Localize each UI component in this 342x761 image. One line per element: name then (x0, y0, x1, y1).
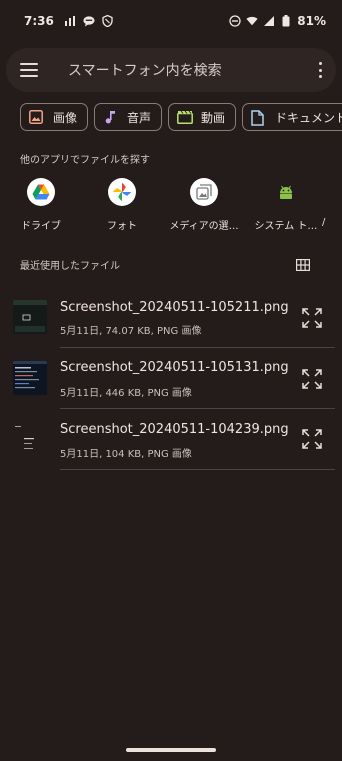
image-icon (29, 110, 43, 124)
cell-signal-icon (263, 15, 275, 27)
partial-app-icon (322, 178, 342, 206)
android-icon (272, 178, 300, 206)
shield-icon (102, 15, 114, 27)
file-thumbnail (13, 422, 47, 456)
expand-icon[interactable] (302, 429, 322, 449)
category-chips: 画像 音声 動画 ドキュメント (20, 103, 342, 131)
file-name: Screenshot_20240511-104239.png (60, 422, 289, 437)
file-row[interactable]: Screenshot_20240511-105131.png 5月11日, 44… (0, 349, 342, 409)
hamburger-menu-icon[interactable] (20, 63, 38, 77)
status-left: 7:36 (24, 14, 114, 28)
google-photos-icon (108, 178, 136, 206)
search-input[interactable]: スマートフォン内を検索 (68, 60, 222, 80)
file-thumbnail (13, 300, 47, 334)
battery-percent: 81% (297, 14, 326, 28)
other-apps-row: ドライブ フォト メディアの選… システム ト… / (0, 178, 342, 236)
chip-images[interactable]: 画像 (20, 103, 89, 131)
app-photos-label: フォト (107, 221, 137, 232)
expand-icon[interactable] (302, 369, 322, 389)
music-note-icon (103, 110, 117, 124)
app-media-picker[interactable]: メディアの選… (164, 178, 244, 232)
status-time: 7:36 (24, 14, 54, 28)
expand-icon[interactable] (302, 308, 322, 328)
file-meta: 5月11日, 104 KB, PNG 画像 (60, 449, 192, 460)
grid-view-icon[interactable] (296, 256, 311, 272)
google-drive-icon (27, 178, 55, 206)
file-name: Screenshot_20240511-105211.png (60, 300, 289, 315)
chip-images-label: 画像 (53, 110, 78, 125)
file-meta: 5月11日, 446 KB, PNG 画像 (60, 388, 192, 399)
chat-bubble-icon (83, 15, 95, 27)
divider (60, 408, 335, 409)
clapperboard-icon (177, 110, 193, 124)
app-drive-label: ドライブ (21, 221, 61, 232)
media-picker-icon (190, 178, 218, 206)
more-options-icon[interactable] (318, 62, 322, 78)
file-row[interactable]: Screenshot_20240511-105211.png 5月11日, 74… (0, 288, 342, 348)
dnd-icon (229, 15, 241, 27)
chip-videos[interactable]: 動画 (168, 103, 237, 131)
app-partial-label: / (322, 217, 326, 228)
app-system[interactable]: システム ト… (246, 178, 326, 232)
home-indicator[interactable] (126, 748, 216, 752)
chip-documents[interactable]: ドキュメント (242, 103, 342, 131)
app-system-label: システム ト… (254, 221, 318, 232)
app-drive[interactable]: ドライブ (1, 178, 81, 232)
file-name: Screenshot_20240511-105131.png (60, 360, 289, 375)
battery-icon (280, 15, 292, 27)
recent-files-title: 最近使用したファイル (20, 261, 120, 272)
divider (60, 469, 335, 470)
divider (60, 347, 335, 348)
app-media-picker-label: メディアの選… (169, 221, 239, 232)
chip-documents-label: ドキュメント (275, 110, 342, 125)
file-meta: 5月11日, 74.07 KB, PNG 画像 (60, 326, 202, 337)
status-bar: 7:36 81% (0, 0, 342, 42)
other-apps-title: 他のアプリでファイルを探す (20, 155, 150, 166)
app-partial[interactable]: / (322, 178, 342, 228)
document-icon (251, 110, 265, 126)
wifi-icon (246, 15, 258, 27)
search-bar[interactable]: スマートフォン内を検索 (6, 48, 336, 92)
file-row[interactable]: Screenshot_20240511-104239.png 5月11日, 10… (0, 410, 342, 470)
signal-alt-icon (64, 15, 76, 27)
file-thumbnail (13, 361, 47, 395)
chip-audio-label: 音声 (127, 110, 152, 125)
status-right: 81% (229, 14, 326, 28)
chip-videos-label: 動画 (201, 110, 226, 125)
app-photos[interactable]: フォト (82, 178, 162, 232)
chip-audio[interactable]: 音声 (94, 103, 163, 131)
